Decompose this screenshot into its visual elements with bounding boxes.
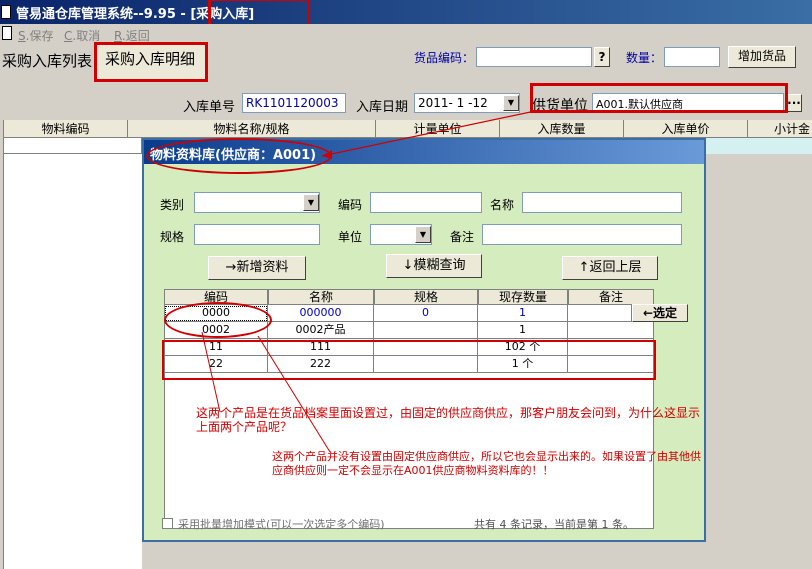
- arrowhead-supplier: [322, 150, 332, 159]
- arrow-supplier-to-dialog: [321, 109, 541, 157]
- arrow-rows-to-note2: [257, 335, 331, 453]
- annotation-arrows: [201, 109, 541, 453]
- arrow-rows-to-note1: [201, 331, 221, 413]
